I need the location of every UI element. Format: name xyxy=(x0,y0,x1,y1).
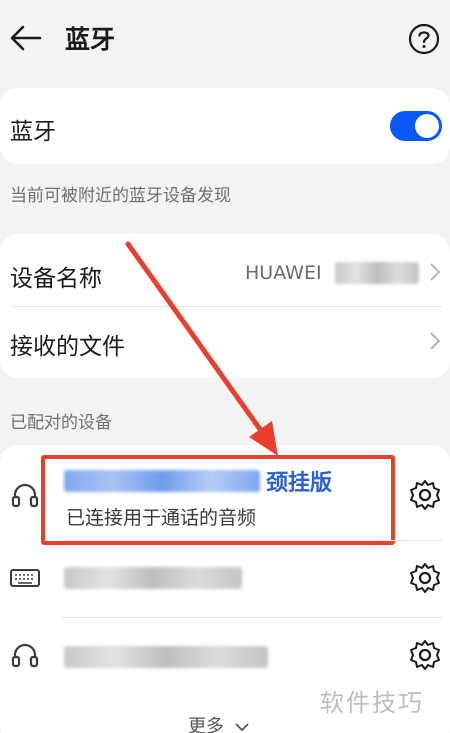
page-title: 蓝牙 xyxy=(65,25,116,54)
arrow-left-icon[interactable] xyxy=(8,22,44,54)
headphones-icon xyxy=(11,643,39,668)
toggle-knob xyxy=(415,114,439,138)
device-2-name-redacted[interactable] xyxy=(64,567,242,589)
gear-icon[interactable] xyxy=(408,561,442,595)
row-divider xyxy=(62,540,442,541)
chevron-right-icon xyxy=(430,263,441,281)
row-divider xyxy=(62,617,442,618)
chevron-right-icon xyxy=(430,332,441,350)
annotation-highlight-box xyxy=(41,455,395,545)
watermark-text: 软件技巧 xyxy=(320,689,424,717)
device-name-redacted xyxy=(335,262,419,284)
chevron-down-icon xyxy=(235,723,249,732)
header-bar: 蓝牙 xyxy=(0,0,450,78)
paired-devices-title: 已配对的设备 xyxy=(10,413,112,433)
row-divider xyxy=(10,306,442,307)
bluetooth-label: 蓝牙 xyxy=(10,119,56,145)
bluetooth-toggle[interactable] xyxy=(390,111,442,141)
received-files-label[interactable]: 接收的文件 xyxy=(10,327,125,361)
device-3-name-redacted[interactable] xyxy=(64,646,268,668)
gear-icon[interactable] xyxy=(408,478,442,512)
device-name-label[interactable]: 设备名称 xyxy=(10,259,102,293)
more-button[interactable]: 更多 xyxy=(188,712,250,733)
more-label: 更多 xyxy=(188,716,224,733)
headphones-icon xyxy=(11,483,39,508)
keyboard-icon xyxy=(10,569,40,587)
bluetooth-toggle-card xyxy=(0,88,450,164)
question-circle-icon[interactable] xyxy=(407,22,441,56)
discoverable-text: 当前可被附近的蓝牙设备发现 xyxy=(10,186,231,206)
gear-icon[interactable] xyxy=(408,638,442,672)
device-name-value: HUAWEI xyxy=(245,262,322,284)
